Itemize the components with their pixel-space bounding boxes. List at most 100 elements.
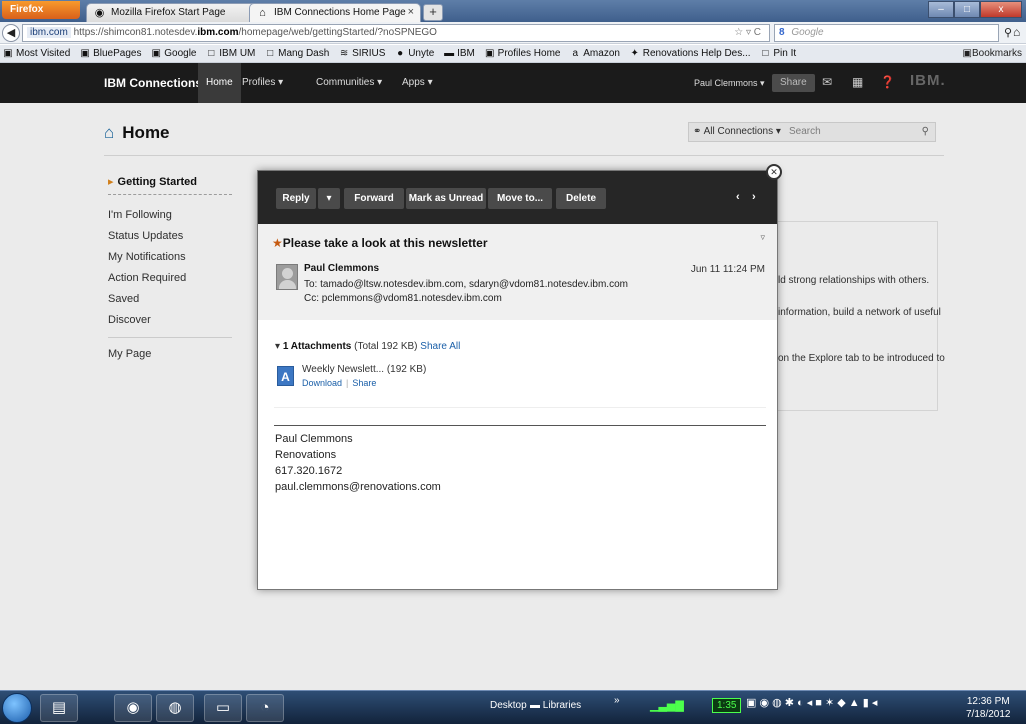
bookmark-star-reload-icons[interactable]: ☆ ▿ C: [734, 27, 761, 38]
header-toggle-icon[interactable]: ▿: [760, 232, 765, 243]
nav-communities[interactable]: Communities ▾: [316, 63, 382, 103]
search-bar[interactable]: 8 Google: [774, 24, 999, 42]
mark-unread-button[interactable]: Mark as Unread: [406, 188, 486, 209]
bookmark-profiles-home[interactable]: ▣ Profiles Home: [482, 45, 565, 59]
home-button-icon[interactable]: ⌂: [1013, 25, 1020, 39]
site-identity-badge[interactable]: ibm.com: [27, 27, 71, 38]
signature-company: Renovations: [275, 449, 337, 461]
libraries-toolbar[interactable]: ▬ Libraries: [530, 700, 581, 711]
toolbar-overflow[interactable]: »: [614, 695, 620, 706]
bookmark-icon: ▣: [80, 48, 90, 59]
bookmark-pin-it[interactable]: □ Pin It: [757, 45, 800, 59]
folder-icon: ▬: [444, 48, 455, 59]
browser-titlebar: Firefox ◉ Mozilla Firefox Start Page ⌂ I…: [0, 0, 1026, 22]
share-link[interactable]: Share: [352, 378, 376, 388]
bookmark-renovations-help[interactable]: ✦ Renovations Help Des...: [627, 45, 755, 59]
bookmark-sirius[interactable]: ≋ SIRIUS: [336, 45, 389, 59]
previous-message-icon[interactable]: ‹: [736, 191, 740, 203]
close-tab-icon[interactable]: ×: [408, 6, 414, 18]
forward-button[interactable]: Forward: [344, 188, 404, 209]
remote-desktop-icon[interactable]: ▭: [204, 694, 242, 722]
message-header: ★Please take a look at this newsletter ▿…: [258, 224, 777, 320]
next-message-icon[interactable]: ›: [752, 191, 756, 203]
google-icon[interactable]: 8: [779, 27, 785, 38]
document-icon[interactable]: A: [277, 366, 294, 386]
clock-date: 7/18/2012: [966, 709, 1011, 720]
bookmark-most-visited[interactable]: ▣ Most Visited: [0, 45, 74, 59]
firefox-icon: ◉: [94, 7, 105, 19]
bookmark-ibm-um[interactable]: □ IBM UM: [203, 45, 259, 59]
user-menu[interactable]: Paul Clemmons ▾: [694, 63, 765, 103]
explorer-icon[interactable]: ▤: [40, 694, 78, 722]
bookmark-mang-dash[interactable]: □ Mang Dash: [262, 45, 333, 59]
clock-time: 12:36 PM: [966, 696, 1010, 707]
attachment-file: Weekly Newslett... (192 KB): [302, 364, 426, 375]
attachment-name[interactable]: Weekly Newslett...: [302, 364, 384, 375]
signature-phone: 617.320.1672: [275, 465, 343, 477]
bookmark-bluepages[interactable]: ▣ BluePages: [77, 45, 145, 59]
reply-menu-button[interactable]: ▾: [318, 188, 340, 209]
navigation-toolbar: ◀ ibm.com https://shimcon81.notesdev.ibm…: [0, 22, 1026, 44]
calendar-icon[interactable]: ▦: [852, 75, 863, 89]
bookmark-ibm[interactable]: ▬ IBM: [441, 45, 479, 59]
url-bar[interactable]: ibm.com https://shimcon81.notesdev.ibm.c…: [22, 24, 770, 42]
move-to-button[interactable]: Move to...: [488, 188, 552, 209]
mail-icon[interactable]: ✉: [822, 75, 832, 89]
signature-name: Paul Clemmons: [275, 433, 353, 445]
delete-button[interactable]: Delete: [556, 188, 606, 209]
bookmark-icon: ≋: [339, 48, 349, 59]
url-prefix: https://shimcon81.notesdev.: [73, 27, 198, 38]
sender-name[interactable]: Paul Clemmons: [304, 263, 379, 274]
message-toolbar: Reply ▾ Forward Mark as Unread Move to..…: [258, 171, 777, 224]
bookmark-icon: ✦: [630, 48, 639, 59]
firefox-taskbar-icon[interactable]: ◉: [114, 694, 152, 722]
attachment-actions: Download | Share: [302, 378, 377, 388]
download-link[interactable]: Download: [302, 378, 342, 388]
cc-recipients: Cc: pclemmons@vdom81.notesdev.ibm.com: [304, 293, 502, 304]
start-button[interactable]: [2, 693, 32, 723]
folder-icon: ▬: [530, 700, 543, 711]
tab-ibm-connections[interactable]: ⌂ IBM Connections Home Page ×: [249, 3, 421, 22]
battery-indicator[interactable]: 1:35: [712, 698, 742, 713]
message-dialog: Reply ▾ Forward Mark as Unread Move to..…: [257, 170, 778, 590]
tab-title: Mozilla Firefox Start Page: [111, 7, 226, 18]
attachments-header: ▾ 1 Attachments (Total 192 KB) Share All: [275, 341, 460, 352]
attachments-toggle-icon[interactable]: ▾: [275, 341, 280, 352]
share-button[interactable]: Share: [772, 74, 815, 92]
message-date: Jun 11 11:24 PM: [690, 264, 765, 275]
message-subject: ★Please take a look at this newsletter: [272, 236, 488, 250]
bookmarks-menu[interactable]: ▣Bookmarks: [958, 45, 1026, 62]
system-tray-icons[interactable]: ▣ ◉ ◍ ✱ ◐ ◂ ■ ✶ ◆ ▲ ▮ ◂: [746, 696, 877, 709]
desktop-toolbar[interactable]: Desktop: [490, 700, 527, 711]
share-all-link[interactable]: Share All: [420, 341, 460, 352]
bookmark-icon: □: [208, 48, 215, 59]
magnifier-icon[interactable]: ⚲: [1004, 26, 1012, 39]
nav-apps[interactable]: Apps ▾: [402, 63, 433, 103]
nav-home[interactable]: Home: [198, 63, 241, 103]
sametime-taskbar-icon[interactable]: ◔: [246, 694, 284, 722]
back-arrow-icon[interactable]: ◀: [2, 24, 20, 42]
attachment-size: (192 KB): [386, 364, 427, 375]
minimize-button[interactable]: –: [928, 1, 954, 18]
nav-profiles[interactable]: Profiles ▾: [242, 63, 283, 103]
maximize-button[interactable]: □: [954, 1, 980, 18]
brand-name[interactable]: IBM Connections: [104, 63, 202, 103]
bookmark-icon: ●: [397, 48, 404, 59]
bookmark-google[interactable]: ▣ Google: [148, 45, 200, 59]
reply-button[interactable]: Reply: [276, 188, 316, 209]
close-dialog-icon[interactable]: ✕: [766, 164, 782, 180]
url-host: ibm.com: [197, 27, 239, 38]
notes-taskbar-icon[interactable]: ◍: [156, 694, 194, 722]
bookmark-unyte[interactable]: ● Unyte: [392, 45, 438, 59]
tab-firefox-start[interactable]: ◉ Mozilla Firefox Start Page: [86, 3, 262, 22]
bookmark-icon: □: [267, 48, 274, 59]
firefox-menu-button[interactable]: Firefox: [2, 1, 80, 19]
clock[interactable]: 12:36 PM 7/18/2012: [966, 695, 1011, 721]
signal-strength-icon[interactable]: ▁▃▅▇: [650, 699, 684, 712]
help-icon[interactable]: ❓: [880, 75, 895, 89]
avatar[interactable]: [276, 264, 298, 290]
window-close-button[interactable]: x: [980, 1, 1022, 18]
new-tab-button[interactable]: +: [423, 4, 443, 21]
bookmark-amazon[interactable]: a Amazon: [567, 45, 624, 59]
star-icon[interactable]: ★: [272, 236, 283, 250]
